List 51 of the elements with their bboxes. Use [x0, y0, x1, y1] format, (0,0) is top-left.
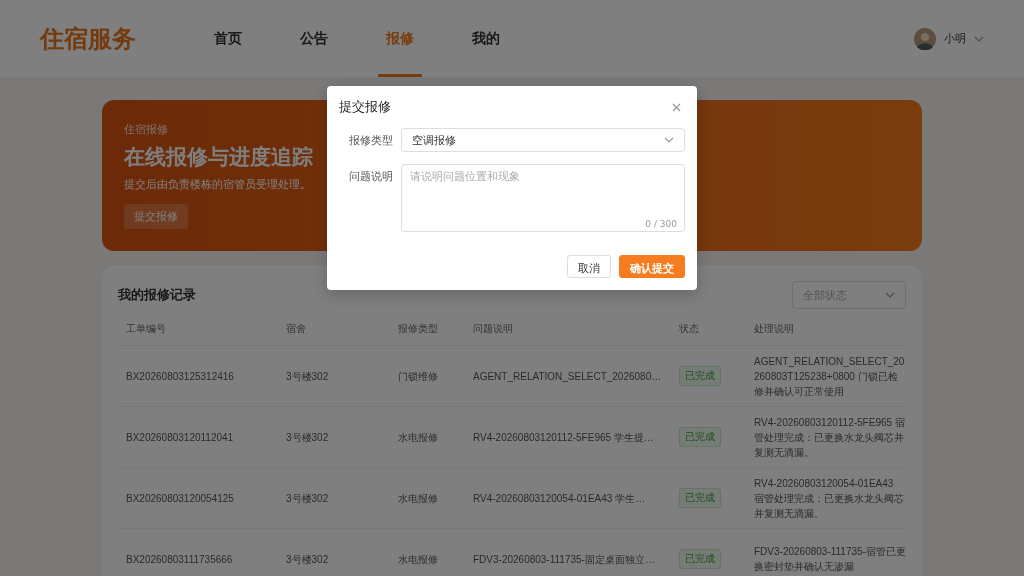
chevron-down-icon	[974, 35, 984, 42]
table-cell: 门锁维修	[390, 345, 465, 407]
field-label: 报修类型	[348, 133, 393, 149]
nav-tab[interactable]: 公告	[292, 0, 336, 77]
column-header: 宿舍	[278, 313, 390, 346]
table-cell: 水电报修	[390, 467, 465, 529]
field-label: 问题说明	[348, 169, 393, 185]
table-cell: BX20260803111735666	[118, 528, 278, 576]
close-icon[interactable]	[672, 102, 681, 112]
status-tag: 已完成	[679, 365, 721, 387]
column-header: 状态	[671, 313, 746, 346]
table-cell: BX20260803120054125	[118, 467, 278, 529]
banner-subtitle: 提交后由负责楼栋的宿管员受理处理。	[124, 177, 312, 192]
status-tag: 已完成	[679, 487, 721, 509]
status-tag: 已完成	[679, 548, 721, 570]
user-name[interactable]: 小明	[944, 31, 966, 46]
chevron-down-icon	[664, 137, 674, 143]
table-cell: FDV3-20260803-111735-宿管已更换密封垫并确认无渗漏	[746, 528, 906, 576]
cancel-button[interactable]: 取消	[567, 255, 611, 278]
table-cell: 水电报修	[390, 406, 465, 468]
table-cell: AGENT_RELATION_SELECT_20260803T125238+0800 门锁已检修并确认可正常使用	[746, 345, 906, 407]
site-logo: 住宿服务	[40, 23, 136, 55]
table-cell: 水电报修	[390, 528, 465, 576]
table-cell: 3号楼302	[278, 406, 390, 468]
nav-tab[interactable]: 首页	[206, 0, 250, 77]
confirm-button[interactable]: 确认提交	[619, 255, 685, 278]
table-cell: 3号楼302	[278, 345, 390, 407]
table-cell: 3号楼302	[278, 467, 390, 529]
banner-title: 在线报修与进度追踪	[124, 144, 314, 171]
column-header: 处理说明	[746, 313, 906, 346]
banner-eyebrow: 住宿报修	[124, 122, 169, 137]
table-cell: 3号楼302	[278, 528, 390, 576]
repair-type-select[interactable]: 空调报修	[401, 128, 685, 152]
char-counter: 0 / 300	[645, 219, 677, 229]
table-cell: RV4-20260803120112-5FE965 学生提…	[465, 406, 671, 468]
table-cell: RV4-20260803120054-01EA43 宿管处理完成：已更换水龙头阀芯并复测无滴漏。	[746, 467, 906, 529]
column-header: 工单编号	[118, 313, 278, 346]
column-header: 报修类型	[390, 313, 465, 346]
section-title: 我的报修记录	[118, 286, 196, 304]
table-cell: AGENT_RELATION_SELECT_2026080…	[465, 345, 671, 407]
table-cell: RV4-20260803120054-01EA43 学生…	[465, 467, 671, 529]
chevron-down-icon	[885, 292, 895, 298]
dialog-title: 提交报修	[339, 98, 391, 116]
table-cell: RV4-20260803120112-5FE965 宿管处理完成：已更换水龙头阀芯并复测无滴漏。	[746, 406, 906, 468]
nav-tab[interactable]: 我的	[464, 0, 508, 77]
table-cell: BX20260803125312416	[118, 345, 278, 407]
table-cell: FDV3-20260803-111735-固定桌面独立…	[465, 528, 671, 576]
column-header: 问题说明	[465, 313, 671, 346]
avatar-icon[interactable]	[914, 27, 936, 50]
table-cell: BX20260803120112041	[118, 406, 278, 468]
status-tag: 已完成	[679, 426, 721, 448]
